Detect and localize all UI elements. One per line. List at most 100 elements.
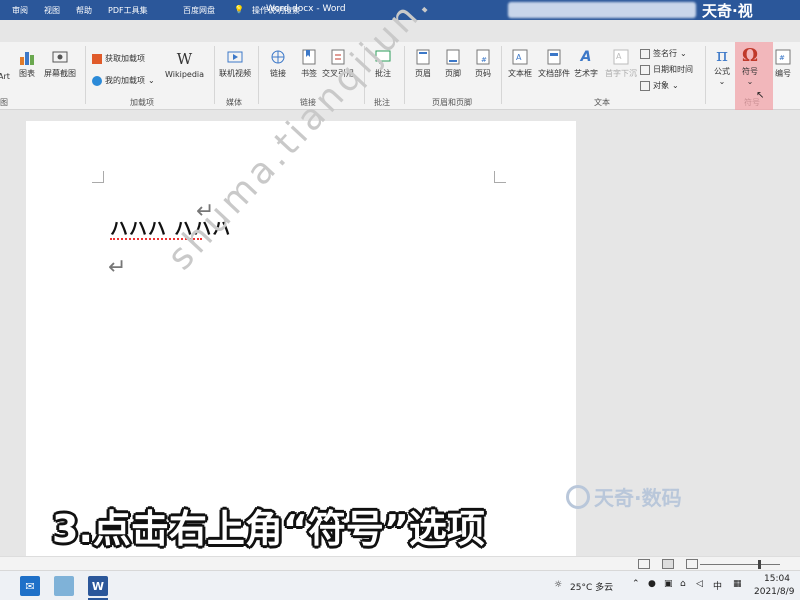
brand-watermark-top: 天奇·视: [702, 2, 753, 20]
wordart-icon: A: [580, 49, 592, 65]
svg-text:#: #: [779, 54, 785, 62]
group-comments-label: 批注: [374, 98, 390, 107]
textbox-button[interactable]: A 文本框: [508, 48, 532, 79]
chevron-up-icon[interactable]: ⌃: [632, 579, 640, 589]
wikipedia-icon: W: [176, 50, 193, 68]
tab-view[interactable]: 视图: [44, 5, 60, 16]
window-title: Word.docx - Word: [266, 4, 346, 14]
get-addins-button[interactable]: 获取加载项: [92, 53, 145, 64]
paragraph-mark-icon: ↵: [108, 255, 127, 280]
page-number-button[interactable]: # 页码: [474, 48, 492, 79]
microphone-icon[interactable]: ●: [648, 579, 656, 589]
chart-icon: [18, 48, 36, 66]
print-layout-icon[interactable]: [662, 559, 674, 569]
bookmark-icon: [300, 48, 318, 66]
chevron-down-icon: ⌄: [718, 77, 726, 86]
chevron-down-icon: ⌄: [680, 49, 687, 58]
doc-parts-button[interactable]: 文档部件: [538, 48, 570, 79]
group-separator: [705, 46, 706, 104]
tab-review[interactable]: 审阅: [12, 5, 28, 16]
online-video-button[interactable]: 联机视频: [219, 48, 251, 79]
wordart-button[interactable]: A 艺术字: [574, 48, 598, 79]
taskbar: ✉ W ☼ 25°C 多云 ⌃ ● ▣ ⌂ ◁ 中 ▦ 15:04 2021/8…: [0, 570, 800, 600]
ime-indicator[interactable]: 中: [713, 579, 722, 592]
bookmark-button[interactable]: 书签: [300, 48, 318, 79]
symbol-button[interactable]: Ω 符号 ⌄: [741, 44, 759, 87]
addins-icon: [92, 75, 102, 86]
group-separator: [214, 46, 215, 104]
chevron-down-icon: ⌄: [746, 77, 754, 86]
storage-app-icon[interactable]: [54, 576, 74, 596]
smartart-button[interactable]: Art: [0, 72, 10, 81]
pi-icon: π: [716, 44, 728, 66]
word-app-icon[interactable]: W: [88, 576, 108, 596]
screenshot-icon: [51, 48, 69, 66]
doc-parts-icon: [545, 48, 563, 66]
chevron-down-icon: ⌄: [148, 76, 155, 85]
screenshot-button[interactable]: 屏幕截图: [44, 48, 76, 79]
object-icon: [640, 80, 650, 91]
object-button[interactable]: 对象 ⌄: [640, 80, 679, 91]
tutorial-caption: 3.点击右上角“符号”选项: [52, 507, 485, 551]
brand-logo-icon: [566, 484, 590, 509]
tab-help[interactable]: 帮助: [76, 5, 92, 16]
calendar-icon: [640, 64, 650, 75]
tab-pdf-tools[interactable]: PDF工具集: [108, 5, 148, 16]
mouse-cursor-icon: ↖: [756, 90, 765, 101]
weather-icon: ☼: [554, 580, 563, 590]
group-illustrations-label: 图: [0, 98, 8, 107]
group-separator: [85, 46, 86, 104]
read-mode-icon[interactable]: [638, 559, 650, 569]
web-layout-icon[interactable]: [686, 559, 698, 569]
svg-text:A: A: [516, 53, 522, 62]
equation-button[interactable]: π 公式 ⌄: [713, 44, 731, 87]
group-separator: [404, 46, 405, 104]
globe-link-icon: [269, 48, 287, 66]
group-media-label: 媒体: [226, 98, 242, 107]
tab-baidu-netdisk[interactable]: 百度网盘: [183, 5, 215, 16]
online-video-icon: [226, 48, 244, 66]
clock-date[interactable]: 2021/8/9: [754, 587, 794, 597]
signature-icon: [640, 48, 650, 59]
brand-watermark: 天奇·数码: [566, 482, 682, 511]
lightbulb-icon: 💡: [234, 5, 244, 14]
blurred-account-area: [508, 2, 696, 18]
omega-icon: Ω: [741, 44, 759, 66]
textbox-icon: A: [511, 48, 529, 66]
footer-button[interactable]: 页脚: [444, 48, 462, 79]
link-button[interactable]: 链接: [268, 48, 288, 79]
signature-line-button[interactable]: 签名行 ⌄: [640, 48, 687, 59]
group-addins-label: 加载项: [130, 98, 154, 107]
group-separator: [501, 46, 502, 104]
document-page[interactable]: ハハハ ハハハ ↵ ↵: [26, 121, 576, 561]
volume-icon[interactable]: ◁: [696, 579, 703, 589]
clock-time[interactable]: 15:04: [764, 574, 790, 584]
datetime-button[interactable]: 日期和时间: [640, 64, 693, 75]
page-number-icon: #: [474, 48, 492, 66]
svg-text:A: A: [616, 52, 622, 61]
chevron-down-icon: ⌄: [672, 81, 679, 90]
security-icon[interactable]: ▣: [664, 579, 673, 589]
crop-mark: [494, 171, 506, 183]
svg-text:#: #: [481, 56, 487, 64]
group-text-label: 文本: [594, 98, 610, 107]
zoom-slider[interactable]: [700, 564, 780, 565]
footer-icon: [444, 48, 462, 66]
numbering-button[interactable]: # 编号: [774, 48, 792, 79]
keyboard-icon[interactable]: ▦: [733, 579, 742, 589]
zoom-slider-thumb[interactable]: [758, 560, 761, 569]
weather-text[interactable]: 25°C 多云: [570, 580, 613, 593]
dropcap-button[interactable]: A 首字下沉: [605, 48, 637, 79]
wikipedia-button[interactable]: W Wikipedia: [165, 50, 204, 79]
group-header-footer-label: 页眉和页脚: [432, 98, 472, 107]
dropcap-icon: A: [612, 48, 630, 66]
group-separator: [258, 46, 259, 104]
mail-app-icon[interactable]: ✉: [20, 576, 40, 596]
header-button[interactable]: 页眉: [414, 48, 432, 79]
network-icon[interactable]: ⌂: [680, 579, 686, 589]
chart-button[interactable]: 图表: [18, 48, 36, 79]
header-icon: [414, 48, 432, 66]
numbering-icon: #: [774, 48, 792, 66]
my-addins-button[interactable]: 我的加载项 ⌄: [92, 75, 155, 86]
store-icon: [92, 53, 102, 64]
